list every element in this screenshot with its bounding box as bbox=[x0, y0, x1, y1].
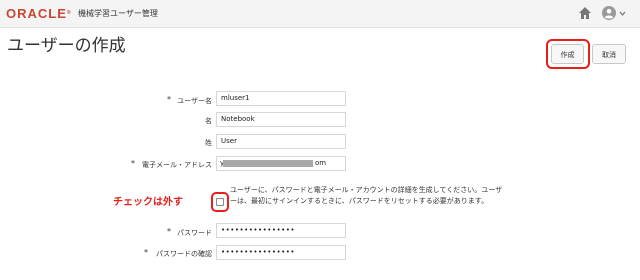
last-name-field[interactable]: User bbox=[216, 134, 346, 149]
page-title: ユーザーの作成 bbox=[7, 36, 126, 56]
required-marker: * bbox=[131, 159, 135, 168]
password-field[interactable]: •••••••••••••••• bbox=[216, 223, 346, 238]
home-icon[interactable] bbox=[578, 6, 592, 20]
cancel-button[interactable]: 取消 bbox=[592, 44, 626, 64]
username-label: ユーザー名 bbox=[177, 97, 212, 105]
email-value-suffix: om bbox=[315, 159, 327, 167]
top-bar: ORACLE® 機械学習ユーザー管理 bbox=[0, 0, 640, 28]
email-redaction bbox=[223, 160, 313, 167]
uncheck-annotation: チェックは外す bbox=[113, 197, 183, 208]
generate-password-description: ユーザーに、パスワードと電子メール・アカウントの詳細を生成してください。ユーザー… bbox=[230, 186, 503, 205]
app-name: 機械学習ユーザー管理 bbox=[78, 9, 158, 18]
chevron-down-icon[interactable] bbox=[619, 10, 626, 17]
confirm-password-field[interactable]: •••••••••••••••• bbox=[216, 245, 346, 260]
confirm-password-label: パスワードの確認 bbox=[156, 250, 212, 258]
logo-registered-mark: ® bbox=[66, 10, 71, 16]
create-button[interactable]: 作成 bbox=[551, 44, 584, 64]
username-field[interactable]: mluser1 bbox=[216, 91, 346, 106]
password-label: パスワード bbox=[177, 229, 212, 237]
email-field[interactable]: y om bbox=[216, 156, 346, 171]
email-label: 電子メール・アドレス bbox=[142, 161, 212, 169]
oracle-logo[interactable]: ORACLE® bbox=[6, 6, 71, 21]
last-name-label: 姓 bbox=[205, 139, 212, 147]
first-name-field[interactable]: Notebook bbox=[216, 112, 346, 127]
logo-text: ORACLE bbox=[6, 6, 67, 21]
first-name-label: 名 bbox=[205, 117, 212, 125]
user-icon[interactable] bbox=[602, 6, 616, 20]
checkbox-highlight bbox=[211, 192, 229, 212]
